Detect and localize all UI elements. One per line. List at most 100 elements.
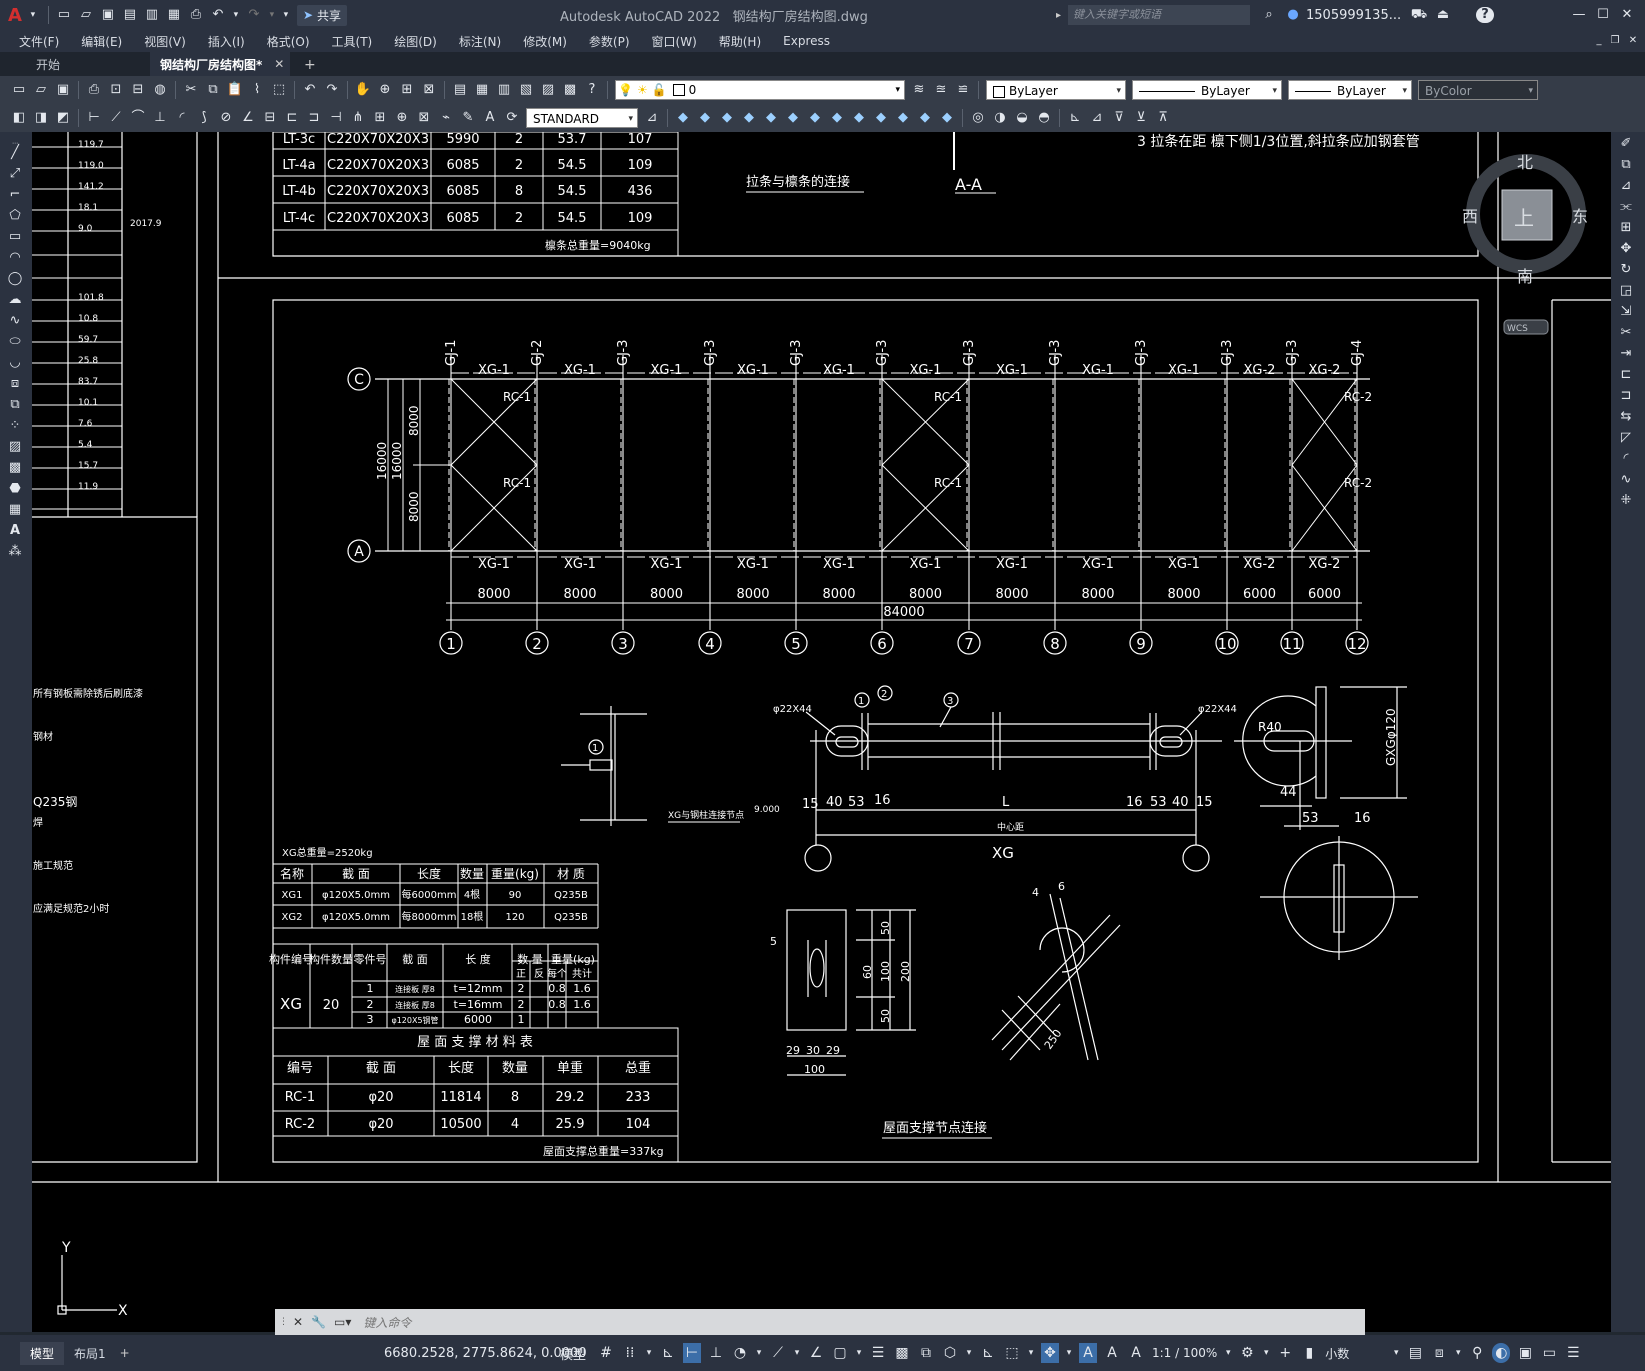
command-line[interactable]: ⋮ ✕ 🔧 ▭▾ 键入命令 <box>275 1309 1365 1335</box>
osnap-tracking-icon[interactable]: ∠ <box>807 1343 825 1363</box>
preview-icon[interactable]: ⊡ <box>107 82 125 98</box>
osnap-dropdown-icon[interactable]: ▾ <box>855 1343 863 1363</box>
insert-block-icon[interactable]: ⧈ <box>6 375 24 393</box>
compass-north[interactable]: 北 <box>1517 153 1533 172</box>
undo-icon[interactable]: ↶ <box>209 7 227 23</box>
jogged-linear-icon[interactable]: ⌁ <box>437 110 455 126</box>
add-layout-icon[interactable]: + <box>120 1346 130 1360</box>
tab-document[interactable]: 钢结构厂房结构图* ✕ <box>150 52 290 76</box>
menu-tools[interactable]: 工具(T) <box>321 33 384 50</box>
customize-icon[interactable]: ☰ <box>1564 1343 1582 1363</box>
tab-layout1[interactable]: 布局1 <box>64 1342 116 1365</box>
doc-restore-icon[interactable]: ❐ <box>1606 33 1624 49</box>
scale-icon[interactable]: ◲ <box>1617 282 1635 300</box>
annotation-visibility-icon[interactable]: A <box>1079 1343 1097 1363</box>
snap-dropdown-icon[interactable]: ▾ <box>645 1343 653 1363</box>
units-icon[interactable]: ▮ <box>1300 1343 1318 1363</box>
menu-format[interactable]: 格式(O) <box>256 33 321 50</box>
sphere-icon[interactable]: ◆ <box>762 110 780 126</box>
handle-icon[interactable]: ⋯ <box>6 135 24 147</box>
annotation-scale[interactable]: 1:1 / 100% <box>1152 1346 1217 1360</box>
layer-tool-icon[interactable]: ◧ <box>10 110 28 126</box>
sweep-icon[interactable]: ◆ <box>916 110 934 126</box>
gizmo-dropdown-icon[interactable]: ▾ <box>1065 1343 1073 1363</box>
autocad-logo-icon[interactable]: A <box>8 5 22 26</box>
baseline-icon[interactable]: ⊏ <box>283 110 301 126</box>
quick-dim-icon[interactable]: ⊟ <box>261 110 279 126</box>
compass-south[interactable]: 南 <box>1517 267 1533 286</box>
new-file-icon[interactable]: ▭ <box>55 7 73 23</box>
ucs-icon[interactable]: ⊾ <box>1066 110 1084 126</box>
rectangle-icon[interactable]: ▭ <box>6 228 24 246</box>
doc-close-icon[interactable]: ✕ <box>1624 33 1642 49</box>
drawing-canvas[interactable]: 119.7 119.0 141.2 18.1 9.0 101.8 10.8 59.7 25.8 8… <box>32 132 1611 1332</box>
region-icon[interactable]: ⬣ <box>6 480 24 498</box>
infer-constraints-icon[interactable]: ⊾ <box>659 1343 677 1363</box>
shade-icon[interactable]: ◆ <box>674 110 692 126</box>
lineweight-dropdown[interactable]: ByLayer ▾ <box>1288 80 1412 100</box>
linetype-dropdown[interactable]: ByLayer ▾ <box>1132 80 1282 100</box>
clean-screen-icon[interactable]: ▣ <box>1516 1343 1534 1363</box>
block-editor-icon[interactable]: ⬚ <box>270 82 288 98</box>
ordinate-icon[interactable]: ⊥ <box>151 110 169 126</box>
app-menu-chevron-icon[interactable]: ▾ <box>24 7 42 23</box>
cmd-grip-icon[interactable]: ⋮ <box>279 1317 288 1327</box>
minimize-icon[interactable]: — <box>1570 7 1588 23</box>
qnew-icon[interactable]: ▭ <box>10 82 28 98</box>
quick-properties-icon[interactable]: ▤ <box>1406 1343 1424 1363</box>
viewcube[interactable] <box>1466 154 1586 335</box>
hatch-icon[interactable]: ▨ <box>6 438 24 456</box>
ucs-world-icon[interactable]: ⊿ <box>1088 110 1106 126</box>
dim-update-icon[interactable]: ⟳ <box>503 110 521 126</box>
explode-icon[interactable]: ⁜ <box>1617 492 1635 510</box>
isolate-objects-icon[interactable]: ⚲ <box>1468 1343 1486 1363</box>
gizmo-icon[interactable]: ✥ <box>1041 1343 1059 1363</box>
redo-icon[interactable]: ↷ <box>245 7 263 23</box>
polar-dropdown-icon[interactable]: ▾ <box>755 1343 763 1363</box>
ortho-icon[interactable]: ⊥ <box>707 1343 725 1363</box>
mtext-icon[interactable]: A <box>6 522 24 540</box>
center-mark-icon[interactable]: ⊕ <box>393 110 411 126</box>
markup-icon[interactable]: ▨ <box>539 82 557 98</box>
offset-icon[interactable]: ⫘ <box>1617 198 1635 216</box>
cmd-settings-icon[interactable]: 🔧 <box>311 1315 326 1329</box>
units-value[interactable]: 小数 <box>1325 1345 1349 1362</box>
wedge-icon[interactable]: ◆ <box>718 110 736 126</box>
spline-icon[interactable]: ∿ <box>6 312 24 330</box>
match-prop-icon[interactable]: ⌇ <box>248 82 266 98</box>
menu-express[interactable]: Express <box>772 34 841 48</box>
color-dropdown[interactable]: ByLayer ▾ <box>986 80 1126 100</box>
selection-cycling-icon[interactable]: ⧉ <box>917 1343 935 1363</box>
save-web-icon[interactable]: ▦ <box>165 7 183 23</box>
ucs-previous-icon[interactable]: ⊽ <box>1110 110 1128 126</box>
cut-icon[interactable]: ✂ <box>182 82 200 98</box>
cylinder-icon[interactable]: ◆ <box>784 110 802 126</box>
continue-dim-icon[interactable]: ⊐ <box>305 110 323 126</box>
break-at-point-icon[interactable]: ⊏ <box>1617 366 1635 384</box>
publish-icon[interactable]: ⊟ <box>129 82 147 98</box>
erase-icon[interactable]: ✐ <box>1617 135 1635 153</box>
plotstyle-dropdown[interactable]: ByColor ▾ <box>1418 80 1538 100</box>
maximize-icon[interactable]: ☐ <box>1594 7 1612 23</box>
dim-break-icon[interactable]: ⋔ <box>349 110 367 126</box>
radius-dim-icon[interactable]: ◜ <box>173 110 191 126</box>
properties-icon[interactable]: ▤ <box>451 82 469 98</box>
inspect-icon[interactable]: ⊠ <box>415 110 433 126</box>
search-icon[interactable]: ⌕ <box>1260 7 1278 23</box>
ucs-object-icon[interactable]: ⊼ <box>1154 110 1172 126</box>
auto-scale-icon[interactable]: A <box>1103 1343 1121 1363</box>
share-button[interactable]: ➤ 共享 <box>296 4 348 26</box>
join-icon[interactable]: ⇆ <box>1617 408 1635 426</box>
union-icon[interactable]: ◎ <box>969 110 987 126</box>
new-tab-icon[interactable]: + <box>304 54 316 76</box>
customize-qat-icon[interactable]: ▾ <box>281 7 291 23</box>
isodraft-dropdown-icon[interactable]: ▾ <box>793 1343 801 1363</box>
compass-east[interactable]: 东 <box>1572 207 1588 226</box>
copy-object-icon[interactable]: ⧉ <box>1617 156 1635 174</box>
menu-file[interactable]: 文件(F) <box>8 33 70 50</box>
revolve-icon[interactable]: ◆ <box>894 110 912 126</box>
menu-draw[interactable]: 绘图(D) <box>383 33 448 50</box>
cmd-close-icon[interactable]: ✕ <box>293 1315 303 1329</box>
save-icon[interactable]: ▣ <box>54 82 72 98</box>
transparency-icon[interactable]: ▩ <box>893 1343 911 1363</box>
